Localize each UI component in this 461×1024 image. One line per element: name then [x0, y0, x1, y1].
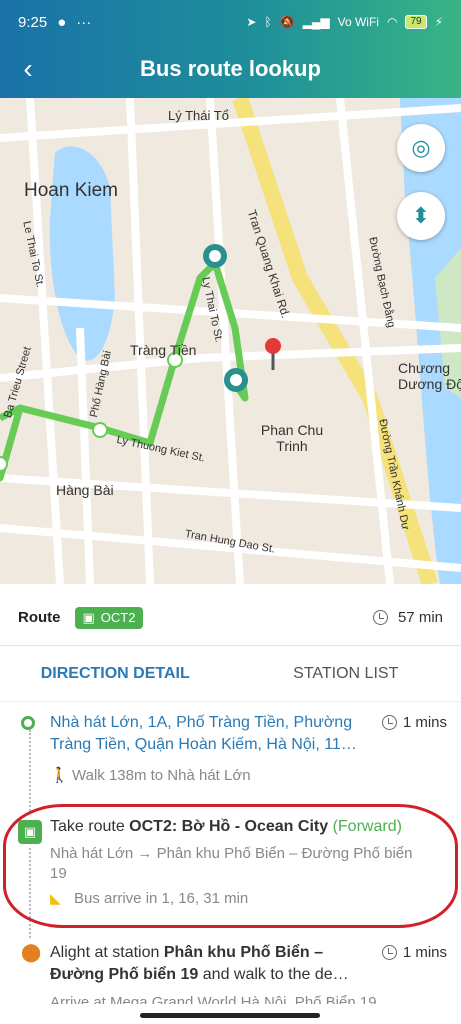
tab-direction-detail[interactable]: DIRECTION DETAIL — [0, 646, 231, 701]
route-label: Route — [18, 609, 61, 626]
status-time: 9:25 — [18, 13, 48, 31]
clock-icon — [381, 715, 397, 730]
battery-icon: 79 — [405, 15, 427, 29]
charging-icon: ⚡ — [434, 15, 443, 29]
wifi-icon: ◠ — [386, 15, 398, 29]
bus-prefix: Take route — [50, 818, 125, 835]
bus-stops: Nhà hát Lớn → Phân khu Phố Biển – Đường … — [50, 844, 421, 884]
map-label: Chương Dương Độ — [398, 360, 461, 392]
walk-icon: 🚶 — [50, 767, 69, 784]
bus-direction: (Forward) — [332, 818, 402, 835]
bus-route-name: OCT2: Bờ Hồ - Ocean City — [129, 818, 329, 835]
route-map[interactable]: Lý Thái Tổ Hoan Kiem Tran Quang Khai Rd.… — [0, 98, 461, 584]
signal-icon: ▂▄▆ — [302, 15, 330, 29]
clock-icon — [372, 610, 388, 625]
compass-button[interactable]: ⬍ — [397, 192, 445, 240]
origin-time-value: 1 mins — [402, 714, 447, 731]
vowifi-label: Vo WiFi — [337, 15, 379, 29]
rss-icon: ◣ — [50, 890, 61, 906]
map-canvas — [0, 98, 461, 584]
alight-instruction: Alight at station Phân khu Phố Biển – Đư… — [50, 942, 371, 986]
origin-time: 1 mins — [381, 714, 447, 731]
map-label: Phan Chu Trinh — [260, 422, 324, 454]
back-button[interactable]: ‹ — [0, 44, 56, 94]
detail-tabs: DIRECTION DETAIL STATION LIST — [0, 646, 461, 702]
bus-instruction: Take route OCT2: Bờ Hồ - Ocean City (For… — [50, 816, 441, 838]
duration-value: 57 min — [397, 609, 443, 626]
chat-icon: ● — [57, 13, 67, 31]
mute-icon: 🔕 — [279, 15, 295, 29]
bus-icon: ▣ — [82, 609, 95, 625]
map-label: Tràng Tiền — [130, 342, 197, 358]
page-title: Bus route lookup — [140, 56, 321, 81]
map-label: Hàng Bài — [56, 482, 114, 498]
route-connector — [29, 848, 31, 938]
chevron-left-icon: ‹ — [23, 53, 33, 84]
crosshair-icon: ◎ — [411, 135, 431, 160]
bus-arrival: Bus arrive in 1, 16, 31 min — [74, 890, 249, 907]
bluetooth-icon: ᛒ — [264, 15, 272, 29]
location-icon: ➤ — [246, 15, 257, 29]
route-code: OCT2 — [100, 610, 136, 625]
location-pin-icon: ⬤ — [21, 942, 42, 962]
home-indicator[interactable] — [140, 1013, 320, 1018]
arrow-right-icon: → — [137, 845, 157, 862]
alight-time-value: 1 mins — [402, 944, 447, 961]
tab-station-list[interactable]: STATION LIST — [231, 646, 461, 701]
app-header: 9:25 ● ··· ➤ ᛒ 🔕 ▂▄▆ Vo WiFi ◠ 79 ⚡ ‹ Bu… — [0, 0, 461, 98]
bus-from: Nhà hát Lớn — [50, 845, 134, 862]
compass-icon: ⬍ — [411, 203, 431, 228]
my-location-button[interactable]: ◎ — [397, 124, 445, 172]
origin-address: Nhà hát Lớn, 1A, Phố Tràng Tiền, Phường … — [50, 714, 357, 753]
more-icon: ··· — [76, 13, 92, 31]
route-chip[interactable]: ▣ OCT2 — [74, 606, 144, 629]
route-connector — [29, 730, 31, 814]
map-label: Hoan Kiem — [24, 180, 118, 201]
route-summary: Route ▣ OCT2 57 min — [0, 590, 461, 646]
map-label: Lý Thái Tổ — [168, 108, 229, 123]
alight-prefix: Alight at station — [50, 944, 160, 961]
alight-suffix: and walk to the de… — [202, 966, 349, 983]
clock-icon — [381, 945, 397, 960]
walk-text: Walk 138m to Nhà hát Lớn — [72, 767, 251, 784]
origin-dot-icon — [21, 716, 35, 730]
alight-time: 1 mins — [381, 944, 447, 961]
trip-duration: 57 min — [372, 609, 443, 626]
bus-icon: ▣ — [18, 820, 42, 844]
status-bar: 9:25 ● ··· ➤ ᛒ 🔕 ▂▄▆ Vo WiFi ◠ 79 ⚡ — [0, 0, 461, 44]
